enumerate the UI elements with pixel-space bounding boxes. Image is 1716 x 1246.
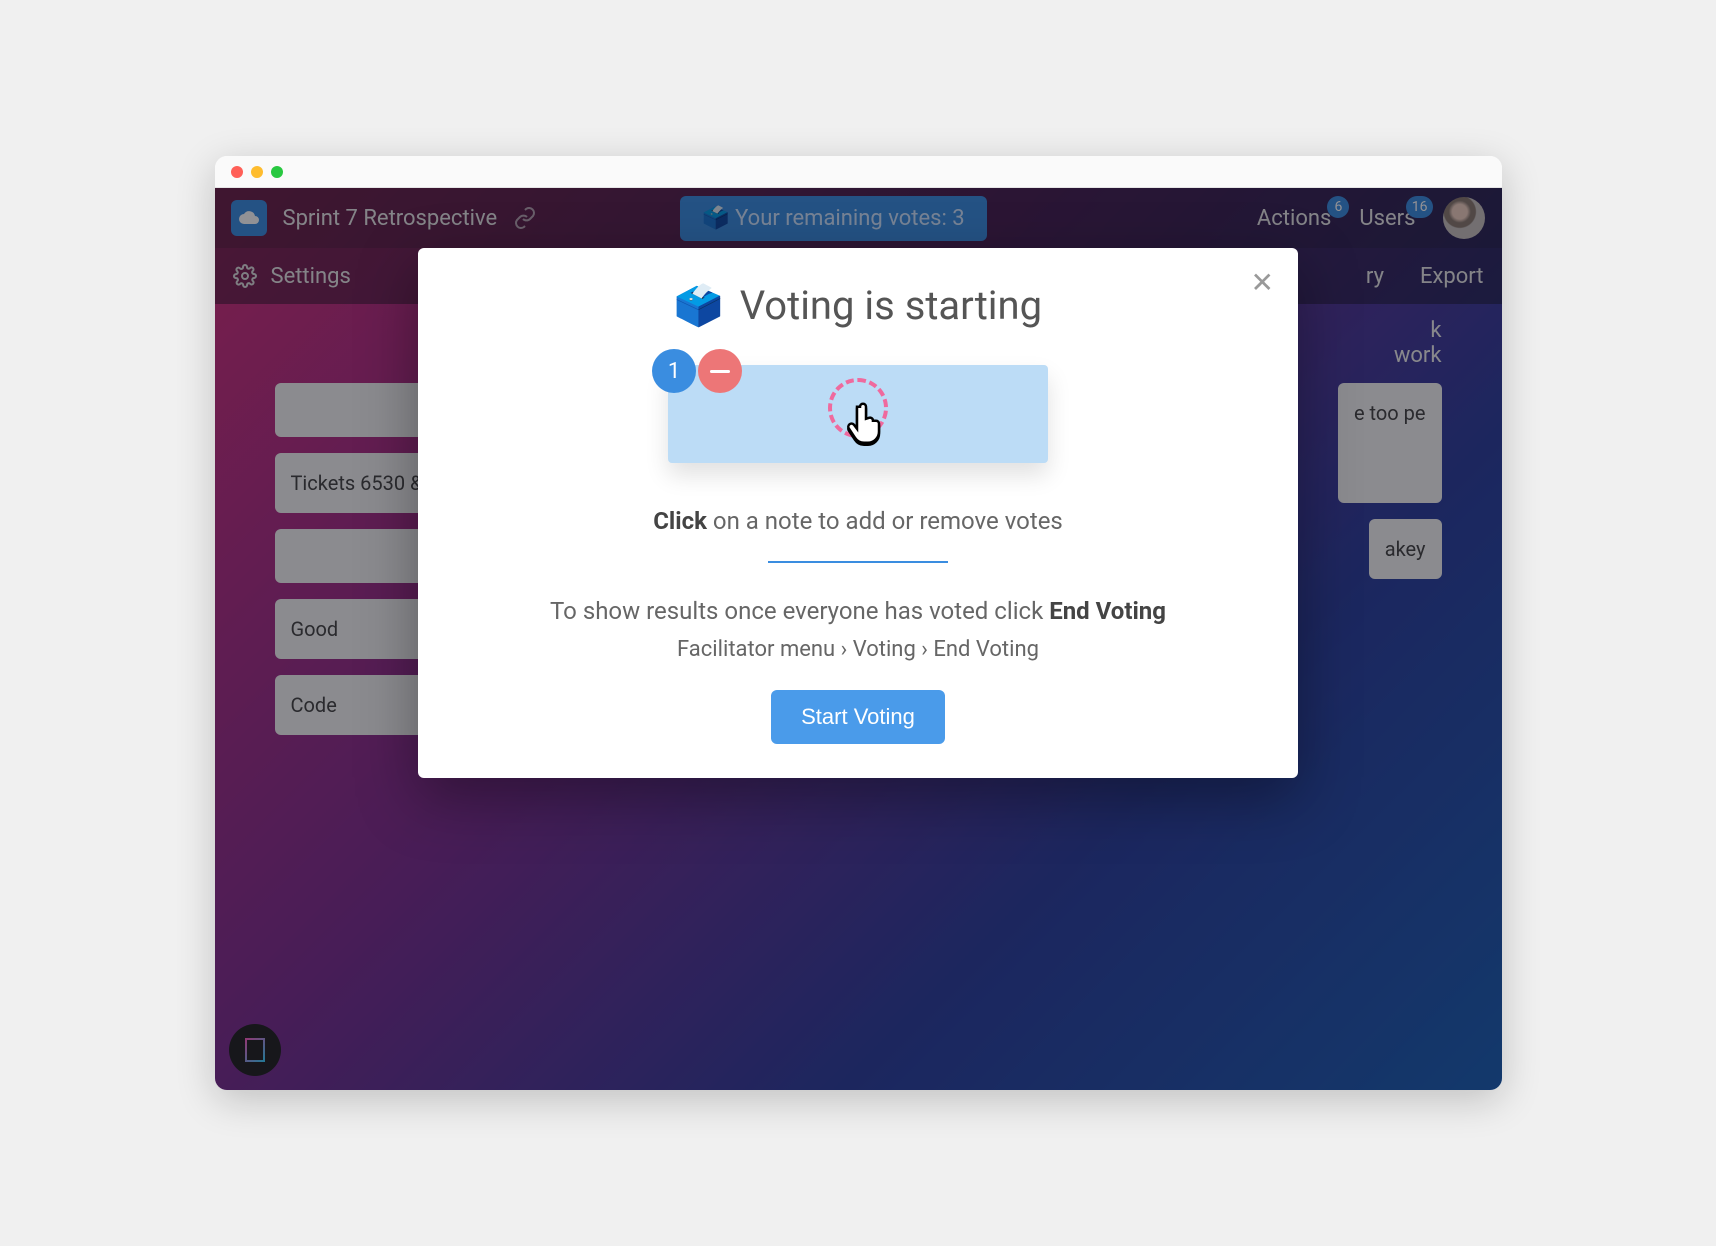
window-zoom-dot[interactable] bbox=[271, 166, 283, 178]
start-voting-button[interactable]: Start Voting bbox=[771, 690, 945, 744]
click-bold: Click bbox=[653, 507, 707, 535]
window-close-dot[interactable] bbox=[231, 166, 243, 178]
modal-title-text: Voting is starting bbox=[740, 282, 1042, 329]
line2-bold: End Voting bbox=[1049, 597, 1166, 625]
voting-modal: ✕ 🗳️ Voting is starting 1 bbox=[418, 248, 1298, 778]
ballot-box-icon: 🗳️ bbox=[674, 282, 724, 329]
demo-note: 1 bbox=[668, 365, 1048, 463]
divider bbox=[768, 561, 948, 563]
modal-instruction-2: To show results once everyone has voted … bbox=[458, 597, 1258, 625]
modal-instruction-1: Click on a note to add or remove votes bbox=[458, 507, 1258, 535]
line2-pre: To show results once everyone has voted … bbox=[550, 597, 1049, 625]
window-minimize-dot[interactable] bbox=[251, 166, 263, 178]
window-titlebar bbox=[215, 156, 1502, 188]
click-rest: on a note to add or remove votes bbox=[707, 507, 1063, 535]
demo-illustration: 1 bbox=[458, 365, 1258, 463]
modal-title: 🗳️ Voting is starting bbox=[458, 282, 1258, 329]
modal-breadcrumb: Facilitator menu › Voting › End Voting bbox=[458, 637, 1258, 662]
vote-count-badge: 1 bbox=[652, 349, 696, 393]
pointer-hand-icon bbox=[846, 401, 886, 445]
close-icon[interactable]: ✕ bbox=[1251, 266, 1274, 299]
modal-overlay: ✕ 🗳️ Voting is starting 1 bbox=[215, 188, 1502, 1090]
app-window: Sprint 7 Retrospective 🗳️ Your remaining… bbox=[215, 156, 1502, 1090]
app-surface: Sprint 7 Retrospective 🗳️ Your remaining… bbox=[215, 188, 1502, 1090]
minus-icon bbox=[710, 370, 730, 373]
vote-remove-badge bbox=[698, 349, 742, 393]
